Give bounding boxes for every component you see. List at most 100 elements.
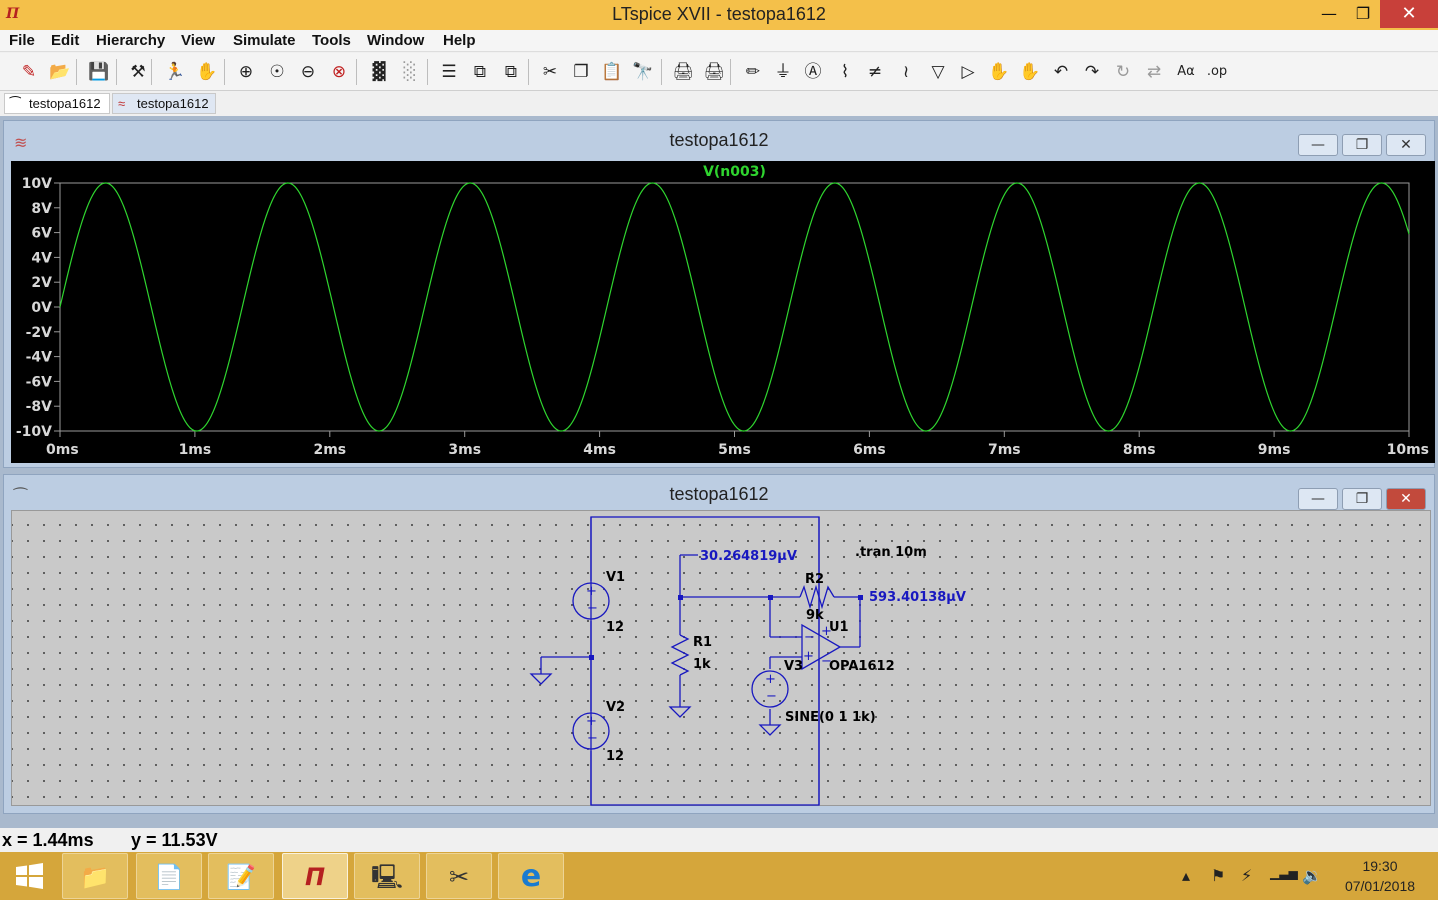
tile-vertical-icon[interactable]: ⧉	[498, 59, 524, 85]
network-icon[interactable]: ▁▃▅	[1270, 866, 1298, 880]
copy-icon[interactable]: ❐	[568, 59, 594, 85]
trace-label[interactable]: V(n003)	[703, 164, 766, 180]
find-icon[interactable]: 🔭	[630, 59, 656, 85]
inductor-icon[interactable]: ≀	[893, 59, 919, 85]
trace-line-v-n003[interactable]	[59, 182, 1410, 432]
node-voltage-1: 30.264819µV	[700, 549, 797, 564]
mirror-icon[interactable]: ⇄	[1141, 59, 1167, 85]
print-setup-icon[interactable]: 🖨	[701, 59, 727, 85]
save-icon[interactable]: 💾	[86, 59, 112, 85]
halt-icon[interactable]: ✋	[194, 59, 220, 85]
tab-label: testopa1612	[137, 96, 209, 111]
document-tabs: ⁀ testopa1612 ≈ testopa1612	[0, 91, 1438, 116]
tile-horizontal-icon[interactable]: ☰	[436, 59, 462, 85]
system-clock[interactable]: 19:30 07/01/2018	[1330, 856, 1430, 896]
y-tick-label: -10V	[16, 424, 52, 440]
y-tick-label: 2V	[31, 275, 52, 291]
x-tick-label: 10ms	[1387, 442, 1429, 458]
x-tick-label: 2ms	[313, 442, 346, 458]
waveform-maximize-button[interactable]: ❐	[1342, 134, 1382, 156]
ground-icon[interactable]: ⏚	[770, 59, 796, 85]
menu-view[interactable]: View	[181, 32, 215, 49]
schematic-icon: ⁀	[10, 96, 21, 111]
volume-icon[interactable]: 🔉	[1302, 866, 1322, 885]
print-icon[interactable]: 🖨	[670, 59, 696, 85]
rotate-icon[interactable]: ↻	[1110, 59, 1136, 85]
title-bar: Π LTspice XVII - testopa1612 — ❐ ✕	[0, 0, 1438, 30]
notepad-icon[interactable]: 📄	[136, 853, 202, 899]
menu-bar: File Edit Hierarchy View Simulate Tools …	[0, 30, 1438, 52]
run-icon[interactable]: 🏃	[162, 59, 188, 85]
notes-icon[interactable]: 📝	[208, 853, 274, 899]
menu-hierarchy[interactable]: Hierarchy	[96, 32, 165, 49]
flag-icon[interactable]: ⚑	[1211, 866, 1225, 885]
spice-directive-icon[interactable]: .op	[1204, 59, 1230, 85]
menu-tools[interactable]: Tools	[312, 32, 351, 49]
control-panel-icon[interactable]: ⚒	[125, 59, 151, 85]
drag-icon[interactable]: ✋	[1017, 59, 1043, 85]
component-icon[interactable]: ▷	[955, 59, 981, 85]
schematic-close-button[interactable]: ✕	[1386, 488, 1426, 510]
spice-directive[interactable]: .tran 10m	[855, 545, 927, 560]
v1-value: 12	[606, 620, 624, 635]
schematic-drawing[interactable]: + − + − + − − + + − V1 12 V2 12 V3 SINE(…	[12, 511, 1432, 807]
menu-file[interactable]: File	[9, 32, 35, 49]
menu-simulate[interactable]: Simulate	[233, 32, 296, 49]
v2-value: 12	[606, 749, 624, 764]
autorange-icon[interactable]: ▓	[366, 59, 392, 85]
cascade-icon[interactable]: ⧉	[467, 59, 493, 85]
cursor-x-readout: x = 1.44ms	[2, 830, 94, 850]
new-schematic-icon[interactable]: ✎	[16, 59, 42, 85]
resistor-r1[interactable]	[670, 634, 690, 676]
waveform-plot[interactable]: 10V 8V 6V 4V 2V 0V -2V -4V -6V -8V -10V 0ms 1ms 2ms 3m…	[11, 161, 1435, 463]
tray-up-arrow-icon[interactable]: ▴	[1182, 866, 1190, 885]
diode-icon[interactable]: ▽	[925, 59, 951, 85]
start-button[interactable]	[0, 852, 58, 900]
menu-window[interactable]: Window	[367, 32, 424, 49]
ground-icon[interactable]	[668, 706, 692, 718]
toolbar-separator	[528, 59, 529, 85]
toolbar-separator	[730, 59, 731, 85]
file-explorer-icon[interactable]: 📁	[62, 853, 128, 899]
ground-icon[interactable]	[758, 724, 782, 736]
ground-icon[interactable]	[529, 673, 553, 685]
clock-time: 19:30	[1362, 858, 1398, 874]
menu-help[interactable]: Help	[443, 32, 476, 49]
resistor-r2[interactable]	[799, 584, 835, 610]
waveform-minimize-button[interactable]: —	[1298, 134, 1338, 156]
cut-icon[interactable]: ✂	[537, 59, 563, 85]
redo-icon[interactable]: ↷	[1079, 59, 1105, 85]
resistor-icon[interactable]: ⌇	[832, 59, 858, 85]
snipping-tool-icon[interactable]: ✂	[426, 853, 492, 899]
autorange-dim-icon[interactable]: ░	[397, 59, 423, 85]
waveform-chart[interactable]: 10V 8V 6V 4V 2V 0V -2V -4V -6V -8V -10V 0ms 1ms 2ms 3m…	[11, 161, 1435, 463]
toolbar-separator	[116, 59, 117, 85]
power-icon[interactable]: ⚡	[1241, 866, 1252, 885]
tab-waveform[interactable]: ≈ testopa1612	[112, 93, 216, 114]
move-icon[interactable]: ✋	[986, 59, 1012, 85]
capacitor-icon[interactable]: ≠	[862, 59, 888, 85]
internet-explorer-icon[interactable]: e	[498, 853, 564, 899]
calculator-icon[interactable]: 🖳	[354, 853, 420, 899]
zoom-in-icon[interactable]: ⊕	[233, 59, 259, 85]
menu-edit[interactable]: Edit	[51, 32, 79, 49]
x-tick-label: 6ms	[853, 442, 886, 458]
x-tick-label: 7ms	[988, 442, 1021, 458]
zoom-fit-icon[interactable]: ⊗	[326, 59, 352, 85]
schematic-maximize-button[interactable]: ❐	[1342, 488, 1382, 510]
waveform-close-button[interactable]: ✕	[1386, 134, 1426, 156]
zoom-out-icon[interactable]: ⊖	[295, 59, 321, 85]
paste-icon[interactable]: 📋	[599, 59, 625, 85]
ltspice-icon[interactable]: Π	[282, 853, 348, 899]
close-button[interactable]: ✕	[1380, 0, 1438, 28]
text-icon[interactable]: Aα	[1173, 59, 1199, 85]
taskbar: 19:30 07/01/2018 📁 📄 📝 Π 🖳 ✂ e ▴ ⚑ ⚡ ▁▃▅ 🔉	[0, 852, 1438, 900]
schematic-minimize-button[interactable]: —	[1298, 488, 1338, 510]
tab-schematic[interactable]: ⁀ testopa1612	[4, 93, 110, 114]
schematic-canvas[interactable]: + − + − + − − + + − V1 12 V2 12 V3 SINE(…	[11, 510, 1431, 806]
label-net-icon[interactable]: Ⓐ	[800, 59, 826, 85]
draw-wire-icon[interactable]: ✏	[740, 59, 766, 85]
undo-icon[interactable]: ↶	[1048, 59, 1074, 85]
zoom-pan-icon[interactable]: ☉	[264, 59, 290, 85]
open-icon[interactable]: 📂	[47, 59, 73, 85]
